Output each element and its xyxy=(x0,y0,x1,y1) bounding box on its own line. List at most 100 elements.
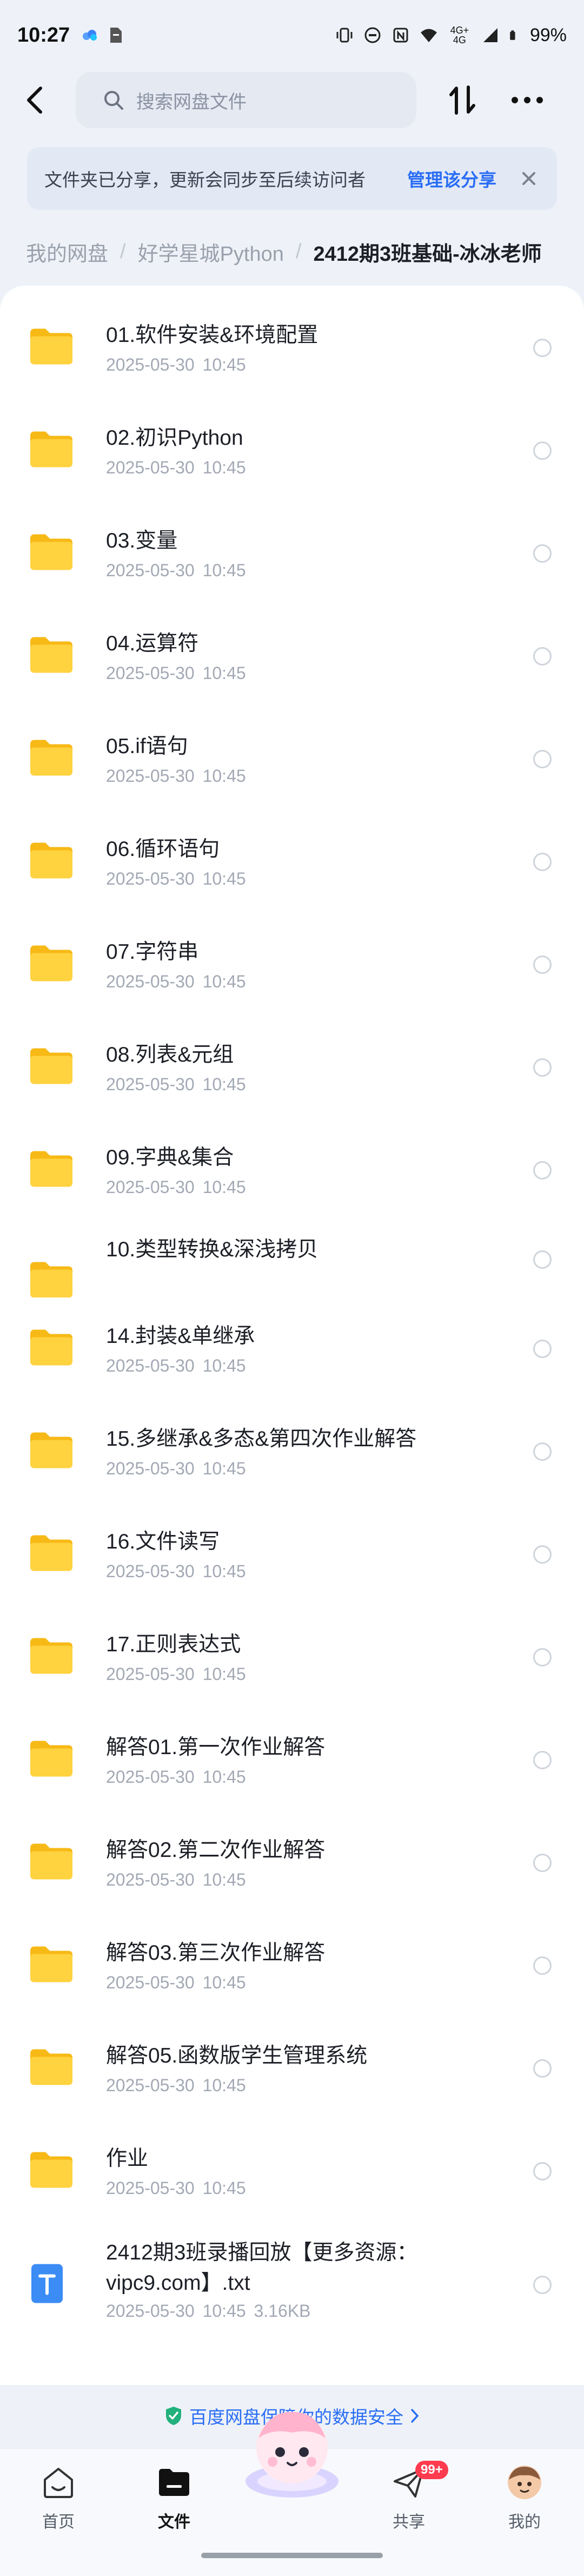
select-checkbox[interactable] xyxy=(533,1751,552,1769)
tab-files[interactable]: 文件 xyxy=(131,2461,217,2532)
breadcrumb-current: 2412期3班基础-冰冰老师 xyxy=(313,242,542,266)
home-indicator[interactable] xyxy=(201,2553,383,2558)
breadcrumb-parent[interactable]: 好学星城Python xyxy=(138,237,284,267)
folder-row[interactable]: 03.变量 2025-05-30 10:45 xyxy=(0,502,584,605)
select-checkbox[interactable] xyxy=(533,442,552,460)
folder-name: 16.文件读写 xyxy=(106,1530,220,1553)
breadcrumb-root[interactable]: 我的网盘 xyxy=(26,237,108,267)
select-checkbox[interactable] xyxy=(533,2162,552,2180)
share-notice-banner: 文件夹已分享，更新会同步至后续访问者 管理该分享 xyxy=(27,147,557,210)
manage-share-link[interactable]: 管理该分享 xyxy=(407,166,496,192)
folder-name: 解答02.第二次作业解答 xyxy=(106,1839,326,1862)
folder-row[interactable]: 02.初识Python 2025-05-30 10:45 xyxy=(0,399,584,502)
share-notice-text: 文件夹已分享，更新会同步至后续访问者 xyxy=(44,170,366,190)
select-checkbox[interactable] xyxy=(533,750,552,768)
search-input[interactable]: 搜索网盘文件 xyxy=(76,72,416,128)
select-checkbox[interactable] xyxy=(533,1250,552,1269)
folder-name: 03.变量 xyxy=(106,529,178,552)
folder-meta: 2025-05-30 10:45 xyxy=(106,458,246,477)
folder-row[interactable]: 作业 2025-05-30 10:45 xyxy=(0,2120,584,2223)
folder-row[interactable]: 06.循环语句 2025-05-30 10:45 xyxy=(0,811,584,913)
tab-files-label: 文件 xyxy=(158,2513,190,2531)
folder-icon xyxy=(30,1262,72,1297)
folder-icon xyxy=(30,842,72,879)
folder-name: 08.列表&元组 xyxy=(106,1043,234,1066)
folder-row[interactable]: 解答02.第二次作业解答 2025-05-30 10:45 xyxy=(0,1811,584,1914)
folder-meta: 2025-05-30 10:45 xyxy=(106,1562,246,1581)
battery-icon xyxy=(510,30,515,40)
select-checkbox[interactable] xyxy=(533,2276,552,2294)
folder-row[interactable]: 09.字典&集合 2025-05-30 10:45 xyxy=(0,1119,584,1222)
folder-icon xyxy=(30,740,72,776)
folder-row[interactable]: 10.类型转换&深浅拷贝 xyxy=(0,1222,584,1297)
select-checkbox[interactable] xyxy=(533,1854,552,1872)
folder-row[interactable]: 解答05.函数版学生管理系统 2025-05-30 10:45 xyxy=(0,2017,584,2120)
folder-icon xyxy=(30,2049,72,2085)
file-row[interactable]: 2412期3班录播回放【更多资源： vipc9.com】.txt 2025-05-3… xyxy=(0,2223,584,2347)
select-checkbox[interactable] xyxy=(533,1545,552,1564)
folder-name: 01.软件安装&环境配置 xyxy=(106,324,318,347)
select-checkbox[interactable] xyxy=(533,1058,552,1077)
file-name-line2: vipc9.com】.txt xyxy=(106,2271,250,2295)
select-checkbox[interactable] xyxy=(533,1340,552,1358)
select-checkbox[interactable] xyxy=(533,1956,552,1975)
folder-row[interactable]: 01.软件安装&环境配置 2025-05-30 10:45 xyxy=(0,297,584,399)
txt-file-icon xyxy=(31,2264,63,2303)
folder-row[interactable]: 解答01.第一次作业解答 2025-05-30 10:45 xyxy=(0,1709,584,1811)
folder-name: 解答05.函数版学生管理系统 xyxy=(106,2044,368,2067)
select-checkbox[interactable] xyxy=(533,1648,552,1666)
folder-icon xyxy=(30,1946,72,1982)
battery-level: 99% xyxy=(529,24,567,45)
select-checkbox[interactable] xyxy=(533,2059,552,2078)
select-checkbox[interactable] xyxy=(533,544,552,563)
breadcrumb-separator: / xyxy=(120,240,126,263)
more-button[interactable] xyxy=(503,73,552,127)
select-checkbox[interactable] xyxy=(533,853,552,871)
folder-icon xyxy=(30,1432,72,1468)
sort-button[interactable] xyxy=(438,73,487,127)
folder-row[interactable]: 14.封装&单继承 2025-05-30 10:45 xyxy=(0,1297,584,1400)
tab-me[interactable]: 我的 xyxy=(481,2461,568,2532)
folder-row[interactable]: 05.if语句 2025-05-30 10:45 xyxy=(0,708,584,811)
folder-meta: 2025-05-30 10:45 xyxy=(106,561,246,580)
select-checkbox[interactable] xyxy=(533,1161,552,1180)
cloud-app-icon xyxy=(83,30,97,41)
select-checkbox[interactable] xyxy=(533,1442,552,1461)
signal-icon xyxy=(483,28,497,42)
folder-row[interactable]: 04.运算符 2025-05-30 10:45 xyxy=(0,605,584,708)
folder-meta: 2025-05-30 10:45 xyxy=(106,869,246,888)
tab-me-label: 我的 xyxy=(508,2513,541,2531)
shield-icon xyxy=(166,2407,181,2425)
folder-row[interactable]: 17.正则表达式 2025-05-30 10:45 xyxy=(0,1606,584,1709)
folder-meta: 2025-05-30 10:45 xyxy=(106,1177,246,1197)
file-meta: 2025-05-30 10:45 3.16KB xyxy=(106,2301,311,2321)
folder-name: 解答01.第一次作业解答 xyxy=(106,1736,326,1759)
breadcrumb: 我的网盘 / 好学星城Python / 2412期3班基础-冰冰老师 xyxy=(26,227,584,276)
select-checkbox[interactable] xyxy=(533,339,552,357)
folder-name: 15.多继承&多态&第四次作业解答 xyxy=(106,1427,417,1451)
folder-row[interactable]: 解答03.第三次作业解答 2025-05-30 10:45 xyxy=(0,1914,584,2017)
folder-name: 02.初识Python xyxy=(106,426,243,450)
select-checkbox[interactable] xyxy=(533,956,552,974)
folder-meta: 2025-05-30 10:45 xyxy=(106,1973,246,1992)
tab-home[interactable]: 首页 xyxy=(15,2461,102,2532)
folder-name: 05.if语句 xyxy=(106,735,188,758)
select-checkbox[interactable] xyxy=(533,647,552,666)
file-notification-icon xyxy=(110,28,122,43)
folder-name: 作业 xyxy=(106,2147,149,2170)
tab-share[interactable]: 99+ 共享 xyxy=(366,2461,452,2532)
chevron-left-icon xyxy=(27,87,42,114)
folder-row[interactable]: 15.多继承&多态&第四次作业解答 2025-05-30 10:45 xyxy=(0,1400,584,1503)
folder-row[interactable]: 08.列表&元组 2025-05-30 10:45 xyxy=(0,1016,584,1119)
back-button[interactable] xyxy=(11,70,59,130)
folder-row[interactable]: 07.字符串 2025-05-30 10:45 xyxy=(0,913,584,1016)
folder-name: 07.字符串 xyxy=(106,940,199,964)
folder-meta: 2025-05-30 10:45 xyxy=(106,1870,246,1889)
folder-icon xyxy=(30,431,72,467)
more-dots-icon xyxy=(512,97,543,103)
mascot-avatar-icon[interactable] xyxy=(237,2400,347,2508)
nfc-icon xyxy=(393,28,408,43)
close-notice-button[interactable] xyxy=(518,168,540,189)
folder-row[interactable]: 16.文件读写 2025-05-30 10:45 xyxy=(0,1503,584,1606)
folder-filled-icon xyxy=(159,2469,189,2496)
